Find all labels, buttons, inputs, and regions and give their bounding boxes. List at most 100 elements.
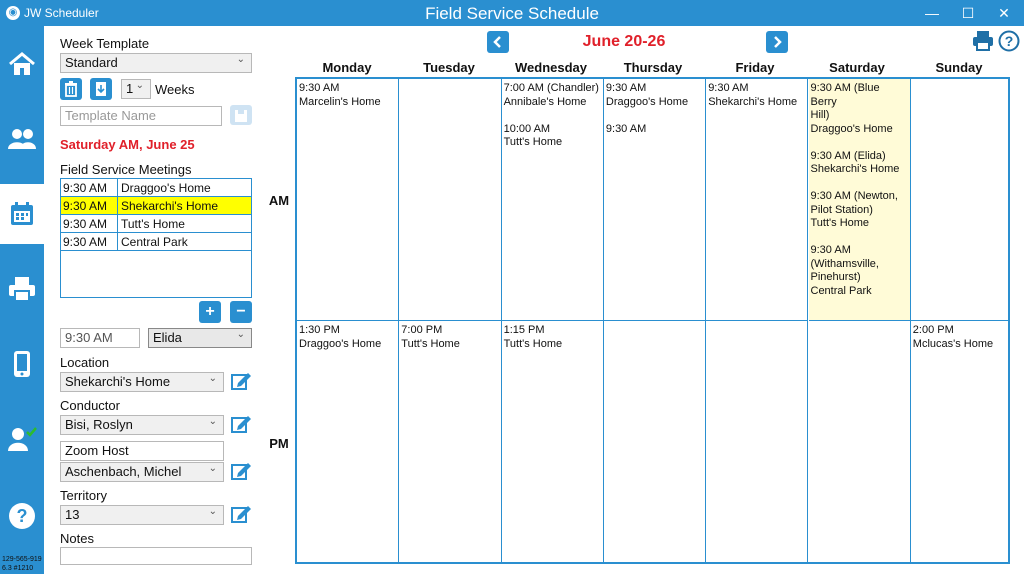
meeting-row[interactable]: 9:30 AM Draggoo's Home xyxy=(61,179,251,197)
app-name: JW Scheduler xyxy=(24,6,99,20)
sidebar-item-help[interactable]: ? xyxy=(0,486,44,546)
schedule-cell-pm-friday[interactable] xyxy=(706,321,809,562)
am-label: AM xyxy=(268,193,290,208)
weeks-count-select[interactable]: 1 xyxy=(121,78,151,99)
phone-icon xyxy=(14,351,30,377)
template-name-input[interactable]: Template Name xyxy=(60,106,222,126)
zoom-host-label: Zoom Host xyxy=(60,441,224,461)
window-title: Field Service Schedule xyxy=(425,4,599,23)
help-circle-icon: ? xyxy=(998,30,1020,52)
save-icon xyxy=(235,110,247,122)
schedule-entry[interactable]: 2:00 PM Mclucas's Home xyxy=(913,324,1006,351)
version-serial: 129-565-919 xyxy=(2,556,42,563)
meeting-row-selected[interactable]: 9:30 AM Shekarchi's Home xyxy=(61,197,251,215)
schedule-entry[interactable]: 9:30 AM Shekarchi's Home xyxy=(708,82,805,109)
meeting-row[interactable]: 9:30 AM Central Park xyxy=(61,233,251,251)
meeting-location: Tutt's Home xyxy=(117,215,188,232)
zoom-host-select[interactable]: Aschenbach, Michel xyxy=(60,461,224,482)
schedule-cell-pm-wednesday[interactable]: 1:15 PM Tutt's Home xyxy=(502,321,604,562)
schedule-cell-am-tuesday[interactable] xyxy=(399,79,502,321)
edit-territory-button[interactable] xyxy=(230,504,252,524)
printer-icon xyxy=(973,31,993,51)
close-button[interactable]: ✕ xyxy=(986,0,1022,26)
week-template-select[interactable]: Standard xyxy=(60,52,252,73)
location-select[interactable]: Shekarchi's Home xyxy=(60,371,224,392)
add-meeting-button[interactable]: + xyxy=(199,301,221,323)
meeting-row[interactable]: 9:30 AM Tutt's Home xyxy=(61,215,251,233)
territory-select[interactable]: 13 xyxy=(60,504,224,525)
version-build: 6.3 #1210 xyxy=(2,565,34,572)
week-template-label: Week Template xyxy=(60,36,150,51)
meeting-time-input[interactable]: 9:30 AM xyxy=(60,328,140,348)
schedule-entry[interactable]: 1:30 PM Draggoo's Home xyxy=(299,324,396,351)
prev-week-button[interactable] xyxy=(487,31,509,53)
help-button[interactable]: ? xyxy=(998,30,1020,52)
next-week-button[interactable] xyxy=(766,31,788,53)
title-bar: ◉ JW Scheduler Field Service Schedule — … xyxy=(0,0,1024,26)
location-label: Location xyxy=(60,355,110,370)
printer-icon xyxy=(9,277,35,302)
calendar-icon xyxy=(11,202,33,225)
schedule-entry[interactable]: 9:30 AM (Elida) Shekarchi's Home xyxy=(811,150,908,177)
trash-icon xyxy=(65,81,77,97)
schedule-entry[interactable]: 9:30 AM Draggoo's Home xyxy=(606,82,703,109)
sidebar-item-print[interactable] xyxy=(0,259,44,319)
conductor-label: Conductor xyxy=(60,398,120,413)
schedule-entry[interactable]: 9:30 AM Marcelin's Home xyxy=(299,82,396,109)
load-template-button[interactable] xyxy=(90,78,112,100)
schedule-entry[interactable]: 9:30 AM (Newton, Pilot Station) Tutt's H… xyxy=(811,190,908,231)
group-select[interactable]: Elida xyxy=(148,327,252,348)
minimize-button[interactable]: — xyxy=(914,0,950,26)
edit-icon xyxy=(231,416,251,433)
download-doc-icon xyxy=(96,82,106,96)
week-range: June 20-26 xyxy=(582,33,666,50)
schedule-cell-pm-thursday[interactable] xyxy=(604,321,707,562)
edit-conductor-button[interactable] xyxy=(230,414,252,434)
maximize-button[interactable]: ☐ xyxy=(950,0,986,26)
meeting-time: 9:30 AM xyxy=(63,217,108,231)
edit-zoom-host-button[interactable] xyxy=(230,461,252,481)
sidebar-item-mobile[interactable] xyxy=(0,334,44,394)
schedule-entry[interactable]: 7:00 PM Tutt's Home xyxy=(401,324,498,351)
schedule-entry[interactable]: 1:15 PM Tutt's Home xyxy=(504,324,601,351)
delete-template-button[interactable] xyxy=(60,78,82,100)
schedule-cell-am-thursday[interactable]: 9:30 AM Draggoo's Home 9:30 AM xyxy=(603,79,707,321)
edit-icon xyxy=(231,463,251,480)
schedule-cell-pm-sunday[interactable]: 2:00 PM Mclucas's Home xyxy=(911,321,1008,562)
territory-label: Territory xyxy=(60,488,107,503)
day-header-sunday: Sunday xyxy=(935,60,983,75)
meeting-location: Central Park xyxy=(117,233,191,250)
edit-icon xyxy=(231,373,251,390)
schedule-cell-am-saturday[interactable]: 9:30 AM (Blue Berry Hill) Draggoo's Home… xyxy=(808,79,911,321)
sidebar-item-publishers[interactable] xyxy=(0,109,44,169)
schedule-cell-am-friday[interactable]: 9:30 AM Shekarchi's Home xyxy=(706,79,809,321)
weeks-label: Weeks xyxy=(155,82,195,97)
schedule-cell-pm-saturday[interactable] xyxy=(809,321,911,562)
schedule-cell-pm-tuesday[interactable]: 7:00 PM Tutt's Home xyxy=(399,321,502,562)
conductor-select[interactable]: Bisi, Roslyn xyxy=(60,414,224,435)
sidebar-item-schedule[interactable] xyxy=(0,184,44,244)
chevron-right-icon xyxy=(774,36,782,48)
svg-text:?: ? xyxy=(1005,33,1014,49)
schedule-entry[interactable]: 7:00 AM (Chandler) Annibale's Home xyxy=(504,82,601,109)
pm-label: PM xyxy=(269,436,289,451)
sidebar-item-home[interactable] xyxy=(0,34,44,94)
remove-meeting-button[interactable]: − xyxy=(230,301,252,323)
print-schedule-button[interactable] xyxy=(972,30,994,52)
schedule-cell-am-monday[interactable]: 9:30 AM Marcelin's Home xyxy=(297,79,400,321)
schedule-entry[interactable]: 10:00 AM Tutt's Home xyxy=(504,123,601,150)
schedule-cell-am-sunday[interactable] xyxy=(910,79,1008,321)
schedule-cell-am-wednesday[interactable]: 7:00 AM (Chandler) Annibale's Home 10:00 … xyxy=(501,79,604,321)
schedule-entry[interactable]: 9:30 AM (Blue Berry Hill) Draggoo's Home xyxy=(811,82,908,136)
sidebar-item-assignments[interactable] xyxy=(0,409,44,469)
meeting-time: 9:30 AM xyxy=(63,199,108,213)
help-icon: ? xyxy=(9,503,35,529)
schedule-cell-pm-monday[interactable]: 1:30 PM Draggoo's Home xyxy=(297,321,400,562)
meetings-list: 9:30 AM Draggoo's Home 9:30 AM Shekarchi… xyxy=(60,178,252,298)
meeting-editor-panel: Week Template Standard 1 Weeks Template … xyxy=(44,26,264,574)
save-template-button[interactable] xyxy=(230,105,252,125)
schedule-entry[interactable]: 9:30 AM (Withamsville, Pinehurst) Centra… xyxy=(811,244,908,298)
schedule-entry[interactable]: 9:30 AM xyxy=(606,123,703,137)
notes-input[interactable] xyxy=(60,547,252,565)
edit-location-button[interactable] xyxy=(230,371,252,391)
